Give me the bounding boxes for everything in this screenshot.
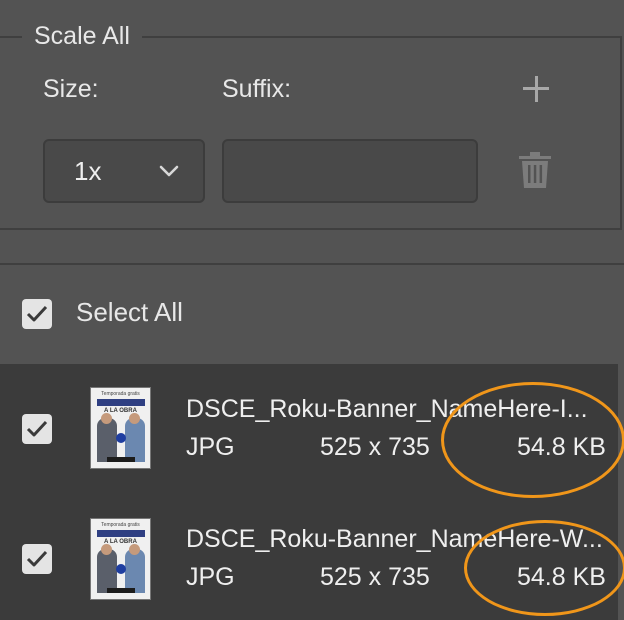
thumb-top-text: Temporada gratis: [101, 391, 140, 397]
item-filename: DSCE_Roku-Banner_NameHere-I...: [186, 395, 588, 423]
thumb-head-left: [101, 544, 112, 555]
thumb-person-right: [125, 549, 145, 593]
item-dimensions: 525 x 735: [320, 433, 430, 461]
thumb-subtitle: A LA OBRA: [104, 408, 137, 414]
list-item[interactable]: Temporada gratis A LA OBRA DSCE_Roku-Ban…: [0, 492, 618, 620]
thumb-logo: [116, 564, 126, 574]
suffix-input[interactable]: [222, 139, 478, 203]
thumb-top-text: Temporada gratis: [101, 522, 140, 528]
item-filesize: 54.8 KB: [517, 563, 606, 591]
thumb-head-right: [129, 413, 140, 424]
size-dropdown[interactable]: 1x: [43, 139, 205, 203]
thumb-person-right: [125, 418, 145, 462]
select-all-checkbox[interactable]: [22, 299, 52, 329]
item-format: JPG: [186, 563, 235, 591]
suffix-label: Suffix:: [222, 75, 292, 103]
chevron-down-icon: [159, 165, 179, 177]
asset-rows: Temporada gratis A LA OBRA DSCE_Roku-Ban…: [0, 364, 618, 620]
checkmark-icon: [26, 305, 48, 322]
thumb-button: [107, 457, 135, 462]
item-thumbnail: Temporada gratis A LA OBRA: [90, 387, 151, 469]
list-item[interactable]: Temporada gratis A LA OBRA DSCE_Roku-Ban…: [0, 364, 618, 492]
trash-icon[interactable]: [518, 151, 552, 189]
thumb-logo: [116, 433, 126, 443]
thumb-person-left: [97, 549, 117, 593]
checkmark-icon: [26, 420, 48, 437]
thumb-head-left: [101, 413, 112, 424]
item-filesize: 54.8 KB: [517, 433, 606, 461]
checkmark-icon: [26, 550, 48, 567]
thumb-title-bar: [97, 399, 145, 406]
size-dropdown-value: 1x: [74, 156, 102, 186]
scale-all-title: Scale All: [22, 18, 142, 54]
item-checkbox[interactable]: [22, 414, 52, 444]
thumb-head-right: [129, 544, 140, 555]
select-all-label: Select All: [76, 297, 183, 327]
add-scale-button[interactable]: [521, 74, 551, 104]
item-dimensions: 525 x 735: [320, 563, 430, 591]
thumb-title-bar: [97, 530, 145, 537]
thumb-person-left: [97, 418, 117, 462]
item-filename: DSCE_Roku-Banner_NameHere-W...: [186, 525, 603, 553]
thumb-button: [107, 588, 135, 593]
size-label: Size:: [43, 75, 99, 103]
item-checkbox[interactable]: [22, 544, 52, 574]
thumb-subtitle: A LA OBRA: [104, 539, 137, 545]
item-format: JPG: [186, 433, 235, 461]
item-thumbnail: Temporada gratis A LA OBRA: [90, 518, 151, 600]
